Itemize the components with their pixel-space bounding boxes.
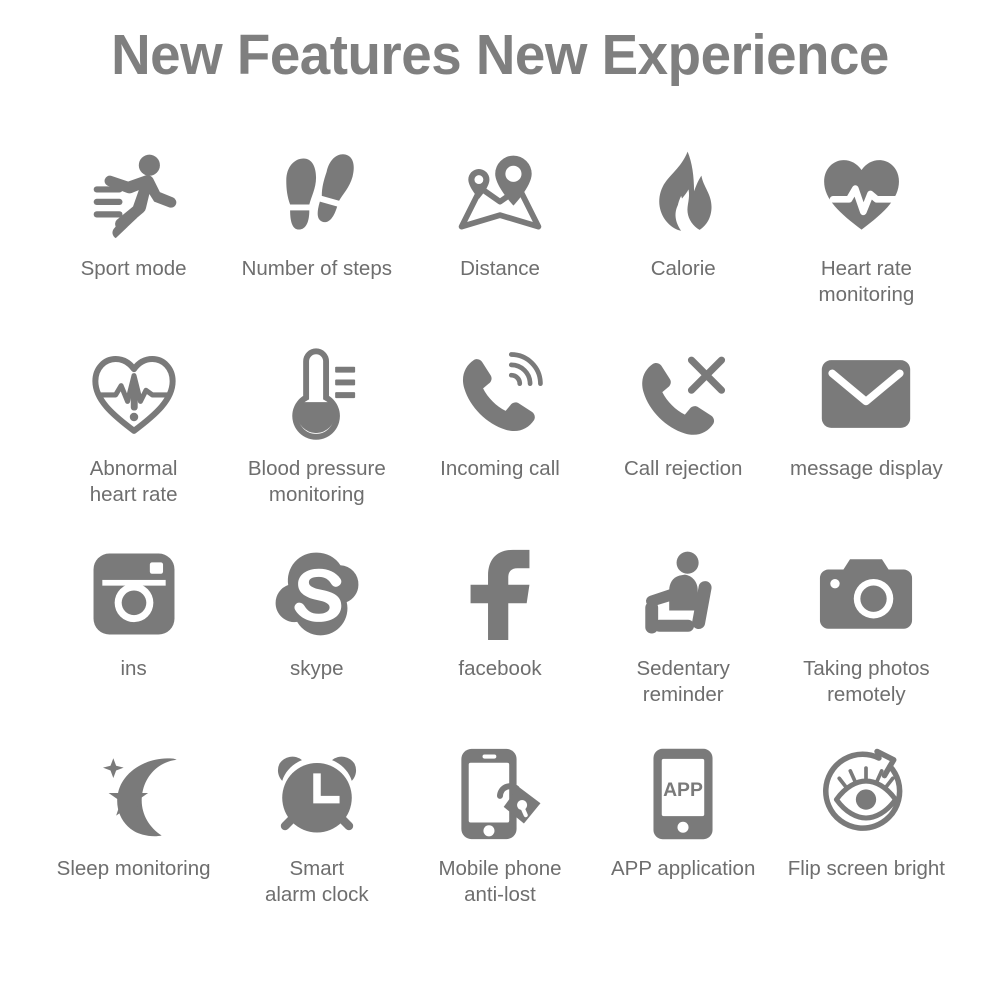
feature-item-calorie[interactable]: Calorie bbox=[592, 140, 775, 340]
footprints-icon bbox=[269, 140, 365, 248]
feature-item-mobile-phone-anti-lost[interactable]: Mobile phone anti-lost bbox=[408, 740, 591, 940]
feature-item-app-application[interactable]: APP APP application bbox=[592, 740, 775, 940]
feature-item-incoming-call[interactable]: Incoming call bbox=[408, 340, 591, 540]
feature-item-distance[interactable]: Distance bbox=[408, 140, 591, 340]
instagram-camera-icon bbox=[90, 540, 178, 648]
feature-item-sleep-monitoring[interactable]: Sleep monitoring bbox=[42, 740, 225, 940]
seated-person-icon bbox=[637, 540, 729, 648]
envelope-icon bbox=[819, 340, 913, 448]
feature-label: Smart alarm clock bbox=[264, 857, 369, 906]
camera-icon bbox=[819, 540, 913, 648]
feature-label: Blood pressure monitoring bbox=[247, 457, 386, 506]
feature-poster: New Features New Experience Sport mode N… bbox=[0, 0, 1000, 1000]
alarm-clock-icon bbox=[270, 740, 364, 848]
skype-icon bbox=[272, 540, 362, 648]
phone-app-icon: APP bbox=[647, 740, 719, 848]
feature-label: Number of steps bbox=[241, 257, 392, 280]
thermometer-icon bbox=[271, 340, 363, 448]
feature-label: Call rejection bbox=[623, 457, 743, 480]
feature-label: APP application bbox=[611, 857, 756, 880]
phone-missed-icon bbox=[636, 340, 730, 448]
feature-item-blood-pressure-monitoring[interactable]: Blood pressure monitoring bbox=[225, 340, 408, 540]
moon-stars-icon bbox=[86, 740, 182, 848]
facebook-f-icon bbox=[464, 540, 536, 648]
feature-item-skype[interactable]: skype bbox=[225, 540, 408, 740]
flame-icon bbox=[637, 140, 729, 248]
feature-item-number-of-steps[interactable]: Number of steps bbox=[225, 140, 408, 340]
feature-label: Flip screen bright bbox=[787, 857, 945, 880]
phone-ringing-icon bbox=[453, 340, 547, 448]
heart-pulse-filled-icon bbox=[817, 140, 915, 248]
map-pins-icon bbox=[452, 140, 548, 248]
feature-label: message display bbox=[790, 457, 943, 480]
feature-label: ins bbox=[120, 657, 147, 680]
running-person-icon bbox=[86, 140, 182, 248]
feature-label: Distance bbox=[460, 257, 540, 280]
eye-rotate-icon bbox=[818, 740, 914, 848]
phone-lock-icon bbox=[454, 740, 546, 848]
feature-label: Calorie bbox=[650, 257, 716, 280]
feature-item-message-display[interactable]: message display bbox=[775, 340, 958, 540]
feature-item-call-rejection[interactable]: Call rejection bbox=[592, 340, 775, 540]
feature-label: Heart rate monitoring bbox=[818, 257, 915, 306]
feature-item-flip-screen-bright[interactable]: Flip screen bright bbox=[775, 740, 958, 940]
feature-label: Sport mode bbox=[80, 257, 187, 280]
feature-label: Abnormal heart rate bbox=[89, 457, 178, 506]
feature-item-sport-mode[interactable]: Sport mode bbox=[42, 140, 225, 340]
feature-label: skype bbox=[290, 657, 344, 680]
feature-label: Incoming call bbox=[440, 457, 560, 480]
heart-alert-outline-icon bbox=[86, 340, 182, 448]
feature-item-sedentary-reminder[interactable]: Sedentary reminder bbox=[592, 540, 775, 740]
feature-label: Sleep monitoring bbox=[56, 857, 211, 880]
page-title: New Features New Experience bbox=[111, 23, 889, 87]
feature-item-heart-rate-monitoring[interactable]: Heart rate monitoring bbox=[775, 140, 958, 340]
feature-label: Taking photos remotely bbox=[803, 657, 930, 706]
feature-item-facebook[interactable]: facebook bbox=[408, 540, 591, 740]
feature-item-smart-alarm-clock[interactable]: Smart alarm clock bbox=[225, 740, 408, 940]
feature-item-taking-photos-remotely[interactable]: Taking photos remotely bbox=[775, 540, 958, 740]
app-screen-text: APP bbox=[663, 779, 703, 801]
feature-item-ins[interactable]: ins bbox=[42, 540, 225, 740]
feature-item-abnormal-heart-rate[interactable]: Abnormal heart rate bbox=[42, 340, 225, 540]
features-grid: Sport mode Number of steps Distance Calo… bbox=[42, 140, 958, 940]
feature-label: Sedentary reminder bbox=[636, 657, 730, 706]
feature-label: Mobile phone anti-lost bbox=[438, 857, 562, 906]
feature-label: facebook bbox=[458, 657, 542, 680]
